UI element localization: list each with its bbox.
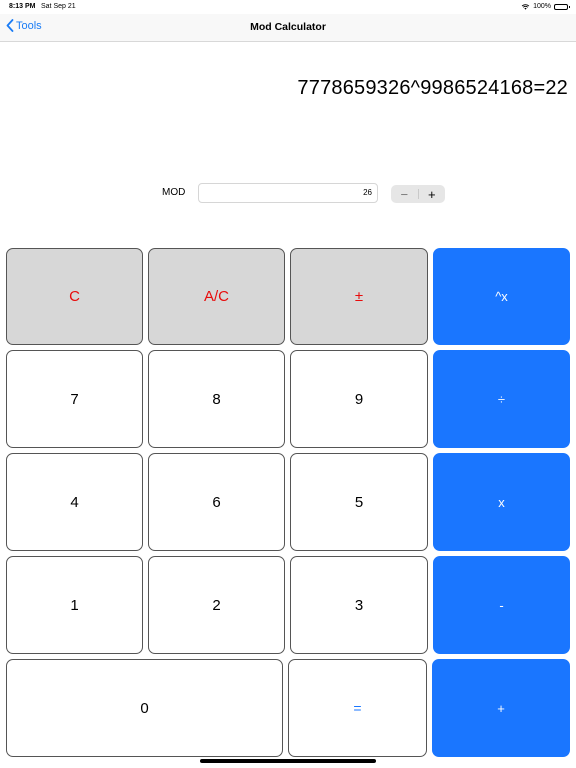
digit-5-button[interactable]: 5 xyxy=(290,453,428,551)
divide-button[interactable]: ÷ xyxy=(433,350,570,448)
plus-minus-button[interactable]: ± xyxy=(290,248,428,345)
mod-input[interactable]: 26 xyxy=(198,183,378,203)
status-bar: 8:13 PM Sat Sep 21 100% xyxy=(0,0,576,14)
digit-1-button[interactable]: 1 xyxy=(6,556,143,654)
mod-stepper: − + xyxy=(391,185,445,203)
digit-7-button[interactable]: 7 xyxy=(6,350,143,448)
power-button[interactable]: ^x xyxy=(433,248,570,345)
home-indicator[interactable] xyxy=(200,759,376,763)
result-display: 7778659326^9986524168=22 xyxy=(297,77,568,99)
clear-button[interactable]: C xyxy=(6,248,143,345)
add-button[interactable]: + xyxy=(432,659,570,757)
digit-2-button[interactable]: 2 xyxy=(148,556,285,654)
subtract-button[interactable]: - xyxy=(433,556,570,654)
mod-row: MOD 26 − + xyxy=(0,183,576,203)
page-title: Mod Calculator xyxy=(250,21,326,33)
multiply-button[interactable]: x xyxy=(433,453,570,551)
navigation-bar: Tools Mod Calculator xyxy=(0,14,576,42)
battery-icon xyxy=(554,3,570,10)
digit-8-button[interactable]: 8 xyxy=(148,350,285,448)
status-time: 8:13 PM xyxy=(9,3,36,10)
battery-percentage: 100% xyxy=(533,3,551,10)
digit-4-button[interactable]: 4 xyxy=(6,453,143,551)
all-clear-button[interactable]: A/C xyxy=(148,248,285,345)
digit-0-button[interactable]: 0 xyxy=(6,659,283,757)
status-date: Sat Sep 21 xyxy=(41,3,76,10)
wifi-icon xyxy=(521,3,530,10)
stepper-decrement-button[interactable]: − xyxy=(391,185,418,203)
digit-3-button[interactable]: 3 xyxy=(290,556,428,654)
digit-9-button[interactable]: 9 xyxy=(290,350,428,448)
status-indicators: 100% xyxy=(521,3,570,10)
digit-6-button[interactable]: 6 xyxy=(148,453,285,551)
mod-label: MOD xyxy=(162,187,186,198)
equals-button[interactable]: = xyxy=(288,659,427,757)
stepper-increment-button[interactable]: + xyxy=(419,185,446,203)
